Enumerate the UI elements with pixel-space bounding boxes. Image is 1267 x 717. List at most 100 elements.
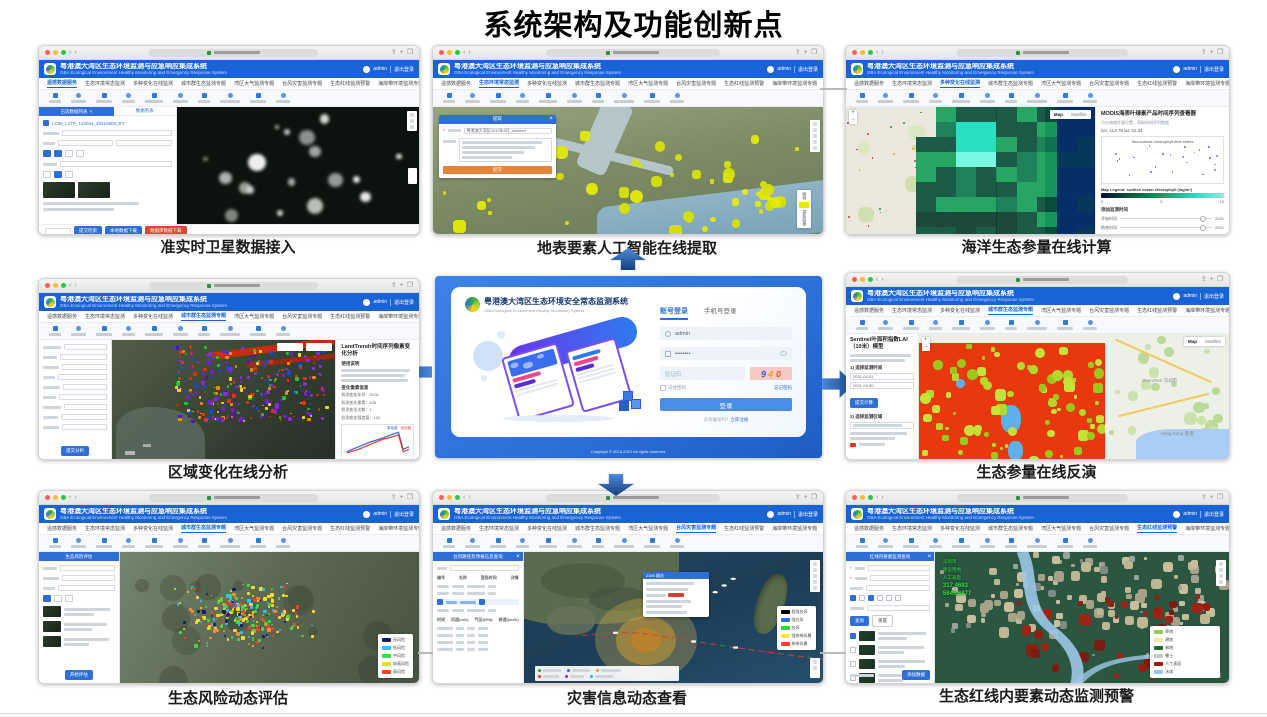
tab-selected-data[interactable]: 已选数据列表× (39, 107, 114, 116)
typhoon-row-active[interactable] (437, 599, 519, 605)
map-type-toggle[interactable]: MapSatellite (1050, 110, 1091, 119)
risk-run-button[interactable]: 开始评估 (65, 670, 93, 680)
nav-item[interactable]: 生态红线监测预警 (1137, 80, 1177, 87)
toolbar-item[interactable] (856, 538, 868, 548)
toolbar-item[interactable] (173, 93, 188, 103)
address-bar[interactable] (149, 282, 318, 290)
nav-item[interactable]: 台风灾害监测专题 (282, 80, 322, 87)
option-chip[interactable] (65, 595, 73, 602)
logout-button[interactable]: 退出登录 (798, 66, 818, 73)
nav-item[interactable]: 遥感数据服务 (441, 525, 471, 532)
toolbar-item[interactable] (903, 538, 919, 548)
toolbar-item[interactable] (929, 538, 942, 548)
year-selectors[interactable] (277, 343, 332, 351)
close-window-icon[interactable] (45, 283, 50, 288)
typhoon-row[interactable] (437, 585, 519, 588)
nav-item[interactable]: 多种变化在线监测 (133, 80, 173, 87)
toolbar-item[interactable] (220, 538, 240, 548)
param-input[interactable] (62, 364, 107, 370)
typhoon-row[interactable] (437, 609, 519, 612)
add-data-button[interactable]: 添加数据 (902, 670, 930, 680)
toolbar-item[interactable] (220, 326, 240, 336)
nav-item[interactable]: 湾区大气监测专题 (1041, 80, 1081, 87)
nav-item[interactable]: 遥感数据服务 (854, 525, 884, 532)
nav-item[interactable]: 生态环境常态监测 (892, 80, 932, 87)
nav-item[interactable]: 海岸带环境监测专题 (378, 80, 419, 87)
result-thumbnail[interactable] (43, 606, 61, 617)
toolbar-item[interactable] (465, 538, 480, 548)
nav-item[interactable]: 台风灾害监测专题 (1089, 80, 1129, 87)
nav-item[interactable]: 湾区大气监测专题 (1041, 307, 1081, 314)
toolbar-item[interactable] (592, 93, 604, 103)
logout-button[interactable]: 退出登录 (394, 511, 414, 518)
tabs-icon[interactable]: ❐ (1217, 49, 1223, 56)
nav-item[interactable]: 台风灾害监测专题 (1089, 307, 1129, 314)
toolbar-item[interactable] (1005, 538, 1017, 548)
close-icon[interactable]: × (516, 554, 520, 560)
close-icon[interactable]: × (928, 554, 932, 560)
share-icon[interactable]: ⇪ (391, 49, 397, 56)
dataset-select[interactable]: 粤港澳大湾区2019年8月_sentinel (464, 128, 552, 134)
toolbar-item[interactable] (614, 93, 634, 103)
toolbar-item[interactable] (250, 538, 266, 548)
toolbar-item[interactable] (122, 93, 135, 103)
nav-item[interactable]: 城市群生态监测专题 (988, 306, 1033, 315)
tab-account-login[interactable]: 账号登录 (660, 306, 688, 320)
nav-item[interactable]: 遥感数据服务 (47, 525, 77, 532)
nav-item[interactable]: 遥感数据服务 (854, 80, 884, 87)
password-field[interactable]: •••••••• (660, 347, 792, 360)
risk-input[interactable] (60, 565, 115, 571)
forward-icon[interactable]: › (468, 494, 470, 501)
result-item[interactable] (850, 659, 930, 669)
toolbar-item[interactable] (952, 93, 970, 103)
nav-item[interactable]: 生态红线监测预警 (330, 80, 370, 87)
back-icon[interactable]: ‹ (876, 276, 878, 283)
toolbar-item[interactable] (670, 538, 684, 548)
captcha-image[interactable]: 940 (750, 367, 792, 380)
toolbar-item[interactable] (96, 93, 112, 103)
address-bar[interactable] (957, 49, 1128, 57)
minimize-window-icon[interactable] (53, 283, 58, 288)
new-tab-icon[interactable]: + (1210, 49, 1214, 56)
toolbar-item[interactable] (1005, 320, 1017, 330)
param-input[interactable] (64, 404, 107, 410)
toolbar-item[interactable] (980, 320, 995, 330)
toolbar-item[interactable] (592, 538, 604, 548)
remember-checkbox[interactable]: 记住密码 (660, 385, 686, 391)
option-chip[interactable] (54, 595, 62, 602)
toolbar-item[interactable] (276, 326, 290, 336)
filter-chip[interactable] (43, 150, 51, 157)
class-checkbox[interactable] (850, 595, 856, 601)
maximize-window-icon[interactable] (455, 50, 460, 55)
nav-item[interactable]: 生态环境常态监测 (892, 525, 932, 532)
toolbar-item[interactable] (1027, 93, 1047, 103)
toolbar-item[interactable] (903, 320, 919, 330)
filter-chip[interactable] (76, 150, 84, 157)
nav-item[interactable]: 海岸带环境监测专题 (772, 525, 817, 532)
close-icon[interactable]: × (89, 109, 92, 114)
filter-chip[interactable] (65, 171, 73, 178)
region-select[interactable] (866, 585, 930, 591)
nav-item[interactable]: 城市群生态监测专题 (575, 80, 620, 87)
satellite-image-view[interactable] (176, 107, 419, 225)
show-password-icon[interactable] (780, 351, 787, 356)
risk-map[interactable]: 无风险 低风险 中风险 较高风险 高风险 (119, 552, 419, 684)
nav-item[interactable]: 多种变化在线监测 (133, 525, 173, 532)
toolbar-item[interactable] (96, 326, 112, 336)
class-checkbox[interactable] (877, 595, 883, 601)
minimize-window-icon[interactable] (53, 50, 58, 55)
nav-item[interactable]: 台风灾害监测专题 (282, 525, 322, 532)
new-tab-icon[interactable]: + (1210, 494, 1214, 501)
zoom-control[interactable]: +− (849, 110, 857, 124)
result-thumbnail[interactable] (43, 621, 61, 632)
param-input[interactable] (58, 374, 107, 380)
nav-item[interactable]: 城市群生态监测专题 (181, 80, 226, 87)
dataset-select[interactable] (870, 575, 930, 581)
forward-icon[interactable]: › (468, 49, 470, 56)
map-option[interactable]: Map (1050, 112, 1067, 117)
back-icon[interactable]: ‹ (876, 494, 878, 501)
redline-map[interactable]: 深圳市 建设用地 人工表面 317.4693 5645.6877 草地 耕地 林… (934, 552, 1229, 684)
nav-item[interactable]: 海岸带环境监测专题 (378, 525, 419, 532)
toolbar-item[interactable] (71, 326, 86, 336)
year-select[interactable] (450, 565, 519, 571)
